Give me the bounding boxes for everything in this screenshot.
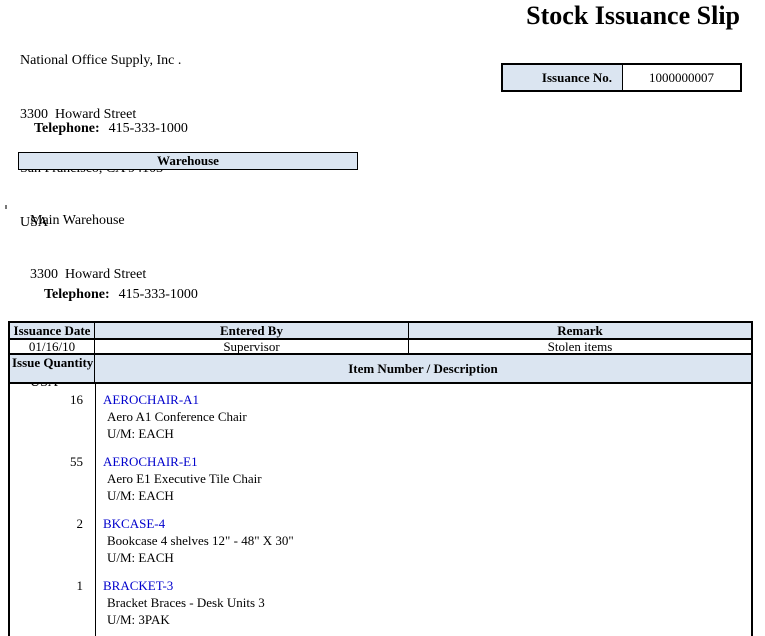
item-description: Bookcase 4 shelves 12" - 48" X 30" (103, 532, 751, 549)
warehouse-section-header: Warehouse (18, 152, 358, 170)
warehouse-telephone-value: 415-333-1000 (119, 287, 198, 302)
item-row: 1 BRACKET-3 Bracket Braces - Desk Units … (10, 577, 751, 628)
stock-issuance-slip-page: National Office Supply, Inc . 3300 Howar… (0, 0, 765, 636)
quantity-column-divider (95, 384, 96, 636)
company-name: National Office Supply, Inc . (20, 52, 181, 70)
item-description: Aero E1 Executive Tile Chair (103, 470, 751, 487)
item-uom: U/M: EACH (103, 549, 751, 566)
item-quantity: 16 (10, 391, 95, 442)
issuance-number-value: 1000000007 (623, 65, 740, 90)
item-row: 16 AEROCHAIR-A1 Aero A1 Conference Chair… (10, 391, 751, 442)
company-telephone: Telephone: 415-333-1000 (20, 105, 188, 153)
item-uom: U/M: EACH (103, 425, 751, 442)
item-details: BKCASE-4 Bookcase 4 shelves 12" - 48" X … (95, 515, 751, 566)
info-header-row: Issuance Date Entered By Remark (10, 323, 751, 340)
item-uom: U/M: 3PAK (103, 611, 751, 628)
item-details: BRACKET-3 Bracket Braces - Desk Units 3 … (95, 577, 751, 628)
remark-value: Stolen items (409, 340, 751, 354)
item-number-link[interactable]: BRACKET-3 (103, 577, 751, 594)
issue-quantity-header: Issue Quantity (10, 355, 95, 382)
item-row: 55 AEROCHAIR-E1 Aero E1 Executive Tile C… (10, 453, 751, 504)
item-description: Aero A1 Conference Chair (103, 408, 751, 425)
item-uom: U/M: EACH (103, 487, 751, 504)
item-description: Bracket Braces - Desk Units 3 (103, 594, 751, 611)
entered-by-header: Entered By (95, 323, 409, 339)
info-value-row: 01/16/10 Supervisor Stolen items (10, 340, 751, 355)
page-title: Stock Issuance Slip (526, 1, 740, 31)
issuance-date-header: Issuance Date (10, 323, 95, 339)
company-telephone-value: 415-333-1000 (109, 121, 188, 136)
item-row: 2 BKCASE-4 Bookcase 4 shelves 12" - 48" … (10, 515, 751, 566)
issuance-number-label: Issuance No. (503, 65, 623, 90)
item-number-link[interactable]: AEROCHAIR-A1 (103, 391, 751, 408)
item-details: AEROCHAIR-A1 Aero A1 Conference Chair U/… (95, 391, 751, 442)
item-number-description-header: Item Number / Description (95, 355, 751, 382)
company-telephone-label: Telephone: (34, 121, 100, 136)
entered-by-value: Supervisor (95, 340, 409, 354)
item-details: AEROCHAIR-E1 Aero E1 Executive Tile Chai… (95, 453, 751, 504)
issuance-date-value: 01/16/10 (10, 340, 95, 354)
item-number-link[interactable]: AEROCHAIR-E1 (103, 453, 751, 470)
items-header-row: Issue Quantity Item Number / Description (10, 355, 751, 384)
remark-header: Remark (409, 323, 751, 339)
issuance-number-box: Issuance No. 1000000007 (501, 63, 742, 92)
item-quantity: 1 (10, 577, 95, 628)
items-list: 16 AEROCHAIR-A1 Aero A1 Conference Chair… (10, 384, 751, 636)
warehouse-telephone-label: Telephone: (44, 287, 110, 302)
issuance-table: Issuance Date Entered By Remark 01/16/10… (8, 321, 753, 636)
item-quantity: 55 (10, 453, 95, 504)
warehouse-name: Main Warehouse (30, 212, 177, 230)
stray-mark (5, 205, 7, 209)
item-quantity: 2 (10, 515, 95, 566)
item-number-link[interactable]: BKCASE-4 (103, 515, 751, 532)
warehouse-telephone: Telephone: 415-333-1000 (30, 271, 198, 319)
